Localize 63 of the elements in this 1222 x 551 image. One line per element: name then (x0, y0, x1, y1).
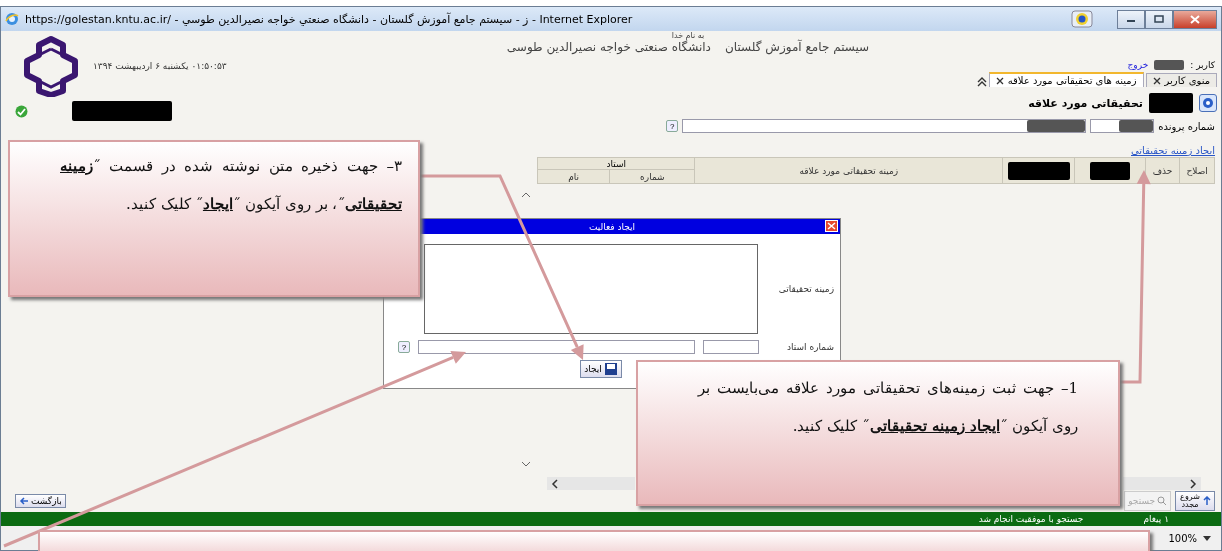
horizontal-scrollbar[interactable] (1123, 477, 1201, 490)
message-count: ۱ پیغام (1143, 514, 1169, 524)
status-message: جستجو با موفقیت انجام شد (978, 514, 1084, 524)
student-name-field[interactable] (682, 119, 1087, 133)
system-name: سیستم جامع آموزش گلستان (724, 40, 870, 54)
arrow-icon (19, 496, 29, 506)
redaction-block (1149, 93, 1193, 113)
professor-number-field[interactable] (703, 340, 759, 354)
dropdown-icon[interactable] (1203, 535, 1211, 541)
dialog-title: ایجاد فعالیت (588, 221, 636, 232)
tab[interactable]: زمینه های تحقیقاتی مورد علاقه (988, 72, 1144, 87)
close-icon (995, 76, 1004, 85)
save-icon (603, 362, 618, 376)
search-icon (1157, 496, 1167, 506)
help-button[interactable] (1199, 94, 1217, 112)
scroll-left-icon[interactable] (551, 478, 559, 489)
create-button[interactable]: ایجاد (580, 360, 622, 378)
scroll-right-icon[interactable] (1189, 478, 1197, 489)
logout-link[interactable]: خروج (1127, 60, 1149, 70)
file-number-field[interactable] (1090, 119, 1155, 133)
toolbar-icon[interactable] (1071, 10, 1093, 28)
redaction-block (1007, 161, 1070, 180)
scroll-up-icon[interactable] (521, 192, 531, 198)
column-header: استاد (538, 158, 695, 170)
scroll-down-icon[interactable] (521, 461, 531, 467)
topic-textarea[interactable] (424, 244, 758, 334)
university-name: دانشگاه صنعتی خواجه نصیرالدین طوسی (506, 40, 711, 54)
redaction-block (1090, 161, 1131, 180)
instruction-callout: ۳– جهت ذخیره متن نوشته شده در قسمت ˝زمینه تحقیقاتی˝، بر روی آیکون ˝ایجاد˝ کلیک کنید. (8, 140, 420, 297)
tab[interactable]: منوی کاربر (1145, 73, 1217, 87)
header-caption: به نام خدا (670, 31, 706, 40)
check-icon (15, 104, 28, 118)
instruction-callout: 1– جهت ثبت زمینه‌های تحقیقاتی مورد علاقه می‌بایست بر روی آیکون ˝ایجاد زمینه تحقیقاتی˝ کلیک کنید. (636, 360, 1120, 506)
close-icon (1152, 76, 1161, 85)
maximize-button[interactable] (1145, 9, 1173, 29)
maximize-icon (1154, 15, 1164, 23)
help-button[interactable]: ? (666, 120, 679, 132)
column-header: اصلاح (1179, 158, 1214, 183)
close-button[interactable] (1173, 9, 1217, 29)
column-header: شماره (609, 170, 695, 183)
close-icon (1190, 14, 1200, 24)
page-title: تحقیقاتی مورد علاقه (1028, 96, 1143, 110)
window-title: https://golestan.kntu.ac.ir/ - ز - سيستم جامع آموزش گلستان - دانشگاه صنعتي خواجه نصيرالدين طوسي - Internet Explorer (25, 12, 634, 26)
column-header: نام (567, 170, 581, 183)
create-topic-link[interactable]: ایجاد زمینه تحقیقاتی (1131, 145, 1215, 156)
collapse-icon[interactable] (976, 77, 987, 87)
back-button[interactable]: بازگشت (15, 494, 66, 508)
restart-button[interactable]: شروع مجدد (1175, 491, 1215, 511)
professor-number-label: شماره استاد (786, 342, 834, 352)
help-button[interactable]: ? (398, 341, 410, 353)
date-time: ۰۱:۵۰:۵۳ یکشنبه ۶ اردیبهشت ۱۳۹۴ (93, 61, 227, 71)
help-icon (1203, 98, 1213, 108)
file-number-label: شماره پرونده (1158, 120, 1215, 132)
browser-icon (5, 12, 19, 26)
minimize-button[interactable] (1117, 9, 1145, 29)
professor-name-field[interactable] (417, 340, 696, 354)
user-label: کاربر : (1190, 60, 1215, 70)
zoom-level[interactable]: 100% (1168, 532, 1197, 544)
up-arrow-icon (1203, 496, 1211, 506)
column-header: زمینه تحقیقاتی مورد علاقه (694, 158, 1003, 183)
redaction-block (1154, 60, 1185, 70)
topic-label: زمینه تحقیقاتی (777, 284, 834, 294)
horizontal-scrollbar[interactable] (547, 477, 635, 490)
